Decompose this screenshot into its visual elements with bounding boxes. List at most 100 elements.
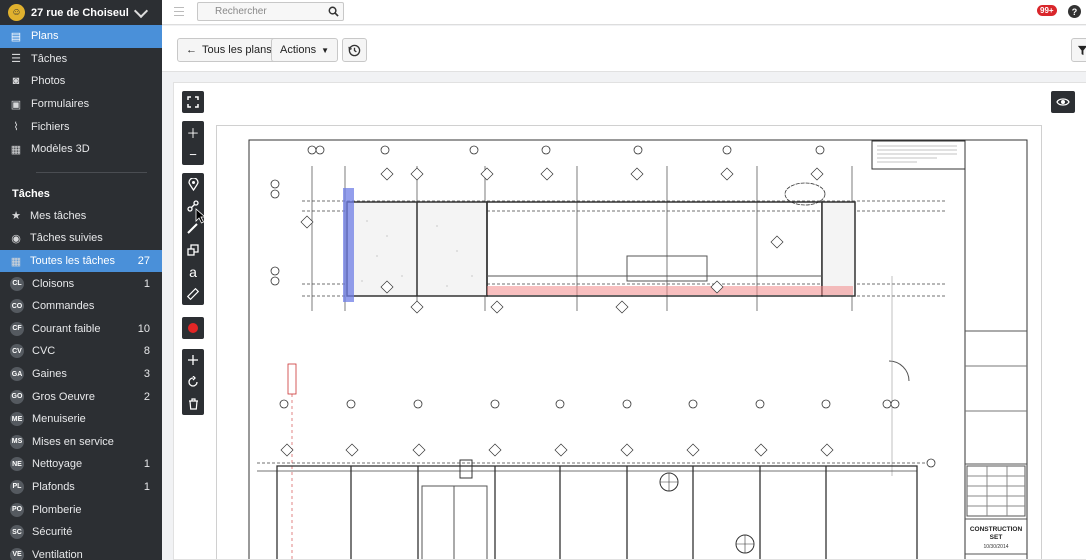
category-badge: CV <box>10 344 24 359</box>
mouse-cursor-icon <box>195 208 207 227</box>
all-plans-button[interactable]: ← Tous les plans <box>177 38 281 62</box>
category-badge: MS <box>10 434 24 449</box>
move-icon[interactable] <box>182 349 204 371</box>
category-badge: GO <box>10 389 24 404</box>
plan-viewer[interactable]: CONSTRUCTION SET 10/30/2014 ＋ − a <box>173 82 1086 560</box>
title-block-label: CONSTRUCTION <box>970 526 1023 533</box>
sidebar-item-label: Tâches <box>31 52 68 65</box>
eye-icon <box>1056 98 1070 106</box>
task-category-pl[interactable]: PL Plafonds 1 <box>0 476 162 499</box>
filter-icon <box>1077 45 1086 55</box>
list-icon: ☰ <box>11 53 21 66</box>
history-button[interactable] <box>342 38 367 62</box>
task-category-cl[interactable]: CL Cloisons 1 <box>0 272 162 295</box>
grid-icon: ▦ <box>10 255 22 268</box>
help-icon[interactable]: ? <box>1068 5 1081 18</box>
visibility-toggle-button[interactable] <box>1051 91 1075 113</box>
actions-dropdown-button[interactable]: Actions ▼ <box>271 38 338 62</box>
category-badge: PO <box>10 502 24 517</box>
sidebar-item-formulaires[interactable]: ▣ Formulaires <box>0 93 162 116</box>
category-count: 1 <box>143 277 150 290</box>
plan-drawing: CONSTRUCTION SET 10/30/2014 <box>248 139 1028 559</box>
category-label: Cloisons <box>32 277 75 290</box>
task-category-po[interactable]: PO Plomberie <box>0 498 162 521</box>
category-label: CVC <box>32 345 56 358</box>
project-logo-icon: ☺ <box>8 4 25 21</box>
sidebar-item-t-ches[interactable]: ☰ Tâches <box>0 48 162 71</box>
category-count: 3 <box>143 368 150 381</box>
divider <box>36 171 147 173</box>
task-category-me[interactable]: ME Menuiserie <box>0 408 162 431</box>
category-label: Mises en service <box>32 435 114 448</box>
sidebar-item-label: Formulaires <box>31 98 90 111</box>
sidebar-item-photos[interactable]: ◙ Photos <box>0 70 162 93</box>
sidebar-item-label: Plans <box>31 30 59 43</box>
camera-icon: ◙ <box>12 75 20 88</box>
task-filter-mes-t-ches[interactable]: ★ Mes tâches <box>0 205 162 228</box>
map-pin-icon[interactable] <box>182 173 204 195</box>
category-label: Plomberie <box>32 503 82 516</box>
fullscreen-tool-group <box>182 91 204 113</box>
plan-sheet[interactable]: CONSTRUCTION SET 10/30/2014 <box>216 125 1042 559</box>
category-label: Menuiserie <box>32 413 86 426</box>
zoom-out-icon[interactable]: − <box>182 143 204 165</box>
category-label: Ventilation <box>32 548 83 560</box>
task-category-go[interactable]: GO Gros Oeuvre 2 <box>0 385 162 408</box>
rotate-icon[interactable] <box>182 371 204 393</box>
task-filter-t-ches-suivies[interactable]: ◉ Tâches suivies <box>0 227 162 250</box>
sidebar-item-fichiers[interactable]: ⌇ Fichiers <box>0 115 162 138</box>
record-icon[interactable] <box>182 317 204 339</box>
search-input[interactable] <box>198 6 323 17</box>
chevron-down-icon[interactable] <box>133 3 149 18</box>
category-count: 1 <box>143 458 150 471</box>
task-category-cv[interactable]: CV CVC 8 <box>0 340 162 363</box>
zoom-in-icon[interactable]: ＋ <box>182 121 204 143</box>
sidebar-item-label: Photos <box>31 75 66 88</box>
project-selector[interactable]: ☺ 27 rue de Choiseul <box>0 0 162 25</box>
fullscreen-icon[interactable] <box>182 91 204 113</box>
notification-count-badge: 99+ <box>1037 5 1057 16</box>
ruler-icon[interactable] <box>182 283 204 305</box>
category-badge: CO <box>10 299 24 314</box>
task-category-ne[interactable]: NE Nettoyage 1 <box>0 453 162 476</box>
search-box[interactable] <box>197 2 344 21</box>
task-category-sc[interactable]: SC Sécurité <box>0 521 162 544</box>
category-label: Gaines <box>32 368 67 381</box>
category-count: 8 <box>143 345 150 358</box>
menu-icon[interactable] <box>174 7 184 19</box>
category-count: 1 <box>143 480 150 493</box>
task-category-ms[interactable]: MS Mises en service <box>0 431 162 454</box>
sidebar-item-plans[interactable]: ▤ Plans <box>0 25 162 48</box>
task-category-co[interactable]: CO Commandes <box>0 295 162 318</box>
category-label: Nettoyage <box>32 458 83 471</box>
edit-tool-group <box>182 349 204 415</box>
search-icon[interactable] <box>323 6 343 17</box>
filter-button[interactable] <box>1071 38 1086 62</box>
category-badge: SC <box>10 525 24 540</box>
actions-label: Actions <box>280 44 317 56</box>
task-category-ve[interactable]: VE Ventilation <box>0 543 162 560</box>
text-icon[interactable]: a <box>182 261 204 283</box>
category-badge: GA <box>10 367 24 382</box>
category-badge: CL <box>10 276 24 291</box>
category-badge: PL <box>10 479 24 494</box>
project-name: 27 rue de Choiseul <box>31 6 129 19</box>
sidebar: ☺ 27 rue de Choiseul ▤ Plans ☰ Tâches ◙ Photo… <box>0 0 162 560</box>
trash-icon[interactable] <box>182 393 204 415</box>
task-category-cf[interactable]: CF Courant faible 10 <box>0 318 162 341</box>
sidebar-item-label: Fichiers <box>31 120 70 133</box>
plan-toolbar: ← Tous les plans Actions ▼ <box>162 26 1086 72</box>
task-category-ga[interactable]: GA Gaines 3 <box>0 363 162 386</box>
top-bar: 99+ ? <box>162 0 1086 25</box>
sidebar-item-mod-les-3d[interactable]: ▦ Modèles 3D <box>0 138 162 161</box>
category-label: Commandes <box>32 300 95 313</box>
task-filter-toutes-les-t-ches[interactable]: ▦ Toutes les tâches 27 <box>0 249 162 273</box>
category-badge: VE <box>10 547 24 560</box>
cube-icon: ▦ <box>10 143 22 156</box>
zoom-tool-group: ＋ − <box>182 121 204 165</box>
shapes-icon[interactable] <box>182 239 204 261</box>
tasks-section-title: Tâches <box>12 187 50 200</box>
notifications-button[interactable]: 99+ <box>1037 2 1057 16</box>
category-badge: CF <box>10 321 24 336</box>
task-categories: CL Cloisons 1 CO Commandes CF Courant faible 10… <box>0 272 162 560</box>
